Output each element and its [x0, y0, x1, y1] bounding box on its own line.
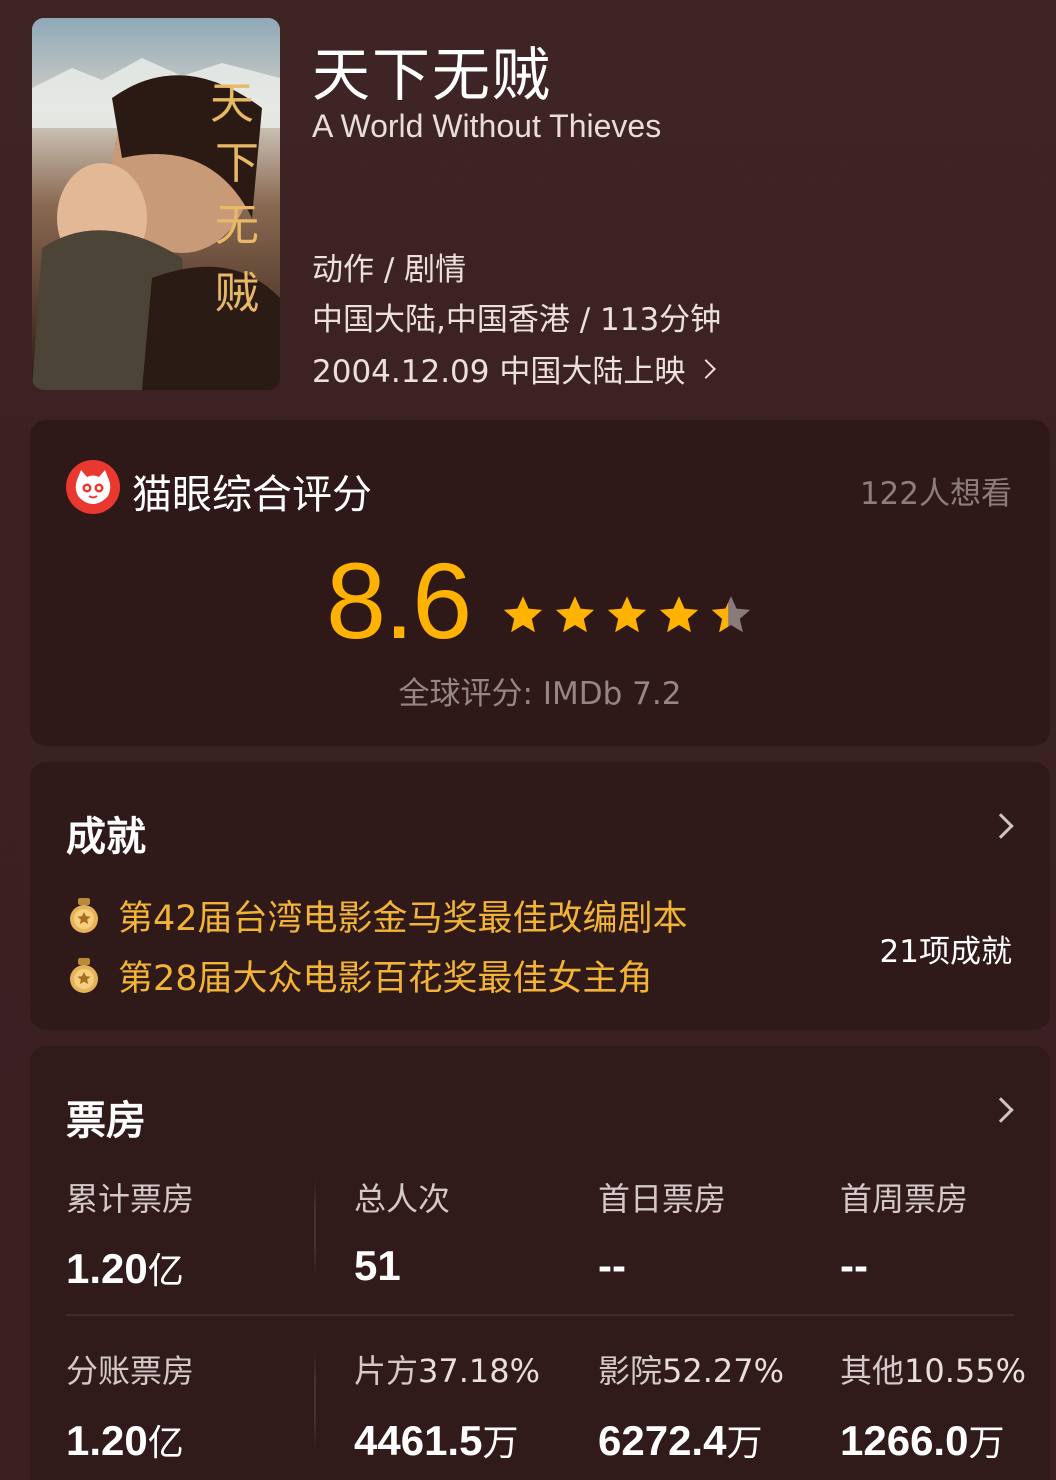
stat-value: 51 — [354, 1242, 401, 1289]
stat-label: 影院52.27% — [598, 1352, 785, 1390]
stat-value: 1266.0万 — [840, 1417, 1005, 1464]
producer-share: 片方37.18% 4461.5万 — [354, 1346, 540, 1466]
award-item[interactable]: 第42届台湾电影金马奖最佳改编剧本 — [68, 890, 688, 941]
star-full-icon — [659, 596, 699, 633]
medal-icon — [70, 897, 98, 933]
stat-value: 1.20亿 — [66, 1245, 184, 1292]
row-divider — [66, 1314, 1014, 1316]
cinema-share: 影院52.27% 6272.4万 — [598, 1346, 784, 1466]
rating-card[interactable]: 猫眼综合评分 122人想看 8.6 全球评分: IMDb 7.2 — [30, 420, 1050, 746]
movie-country-duration: 中国大陆,中国香港 / 113分钟 — [312, 302, 722, 338]
achievement-count[interactable]: 21项成就 — [880, 926, 1012, 971]
stat-value: -- — [598, 1242, 626, 1289]
stat-label: 分账票房 — [66, 1352, 195, 1390]
award-text: 第28届大众电影百花奖最佳女主角 — [118, 959, 653, 999]
poster-title-char-3: 无 — [215, 200, 259, 251]
stat-value: 4461.5万 — [354, 1417, 519, 1464]
divider — [314, 1350, 316, 1448]
other-share: 其他10.55% 1266.0万 — [840, 1346, 1026, 1466]
stat-value: 1.20亿 — [66, 1417, 184, 1464]
rating-score: 8.6 — [326, 540, 472, 661]
divider — [314, 1178, 316, 1276]
want-to-watch-count: 122人想看 — [859, 476, 1012, 512]
rating-stars — [500, 592, 754, 638]
first-day-box-office: 首日票房 -- — [598, 1174, 726, 1290]
stat-label: 其他10.55% — [840, 1352, 1027, 1390]
poster-title-char-1: 天 — [210, 78, 254, 129]
poster-title-char-2: 下 — [215, 138, 259, 189]
stat-label: 总人次 — [354, 1180, 451, 1218]
stat-value: 6272.4万 — [598, 1417, 763, 1464]
box-office-title: 票房 — [66, 1098, 146, 1144]
split-box-office: 分账票房 1.20亿 — [66, 1346, 194, 1466]
award-item[interactable]: 第28届大众电影百花奖最佳女主角 — [68, 950, 653, 1001]
award-text: 第42届台湾电影金马奖最佳改编剧本 — [118, 899, 688, 939]
stat-value: -- — [840, 1242, 868, 1289]
medal-icon — [70, 957, 98, 993]
maoyan-logo-icon — [66, 460, 120, 514]
total-admissions: 总人次 51 — [354, 1174, 450, 1290]
box-office-card[interactable]: 票房 累计票房 1.20亿 总人次 51 首日票房 -- 首周票房 -- 分账票… — [30, 1046, 1050, 1480]
chevron-right-icon — [696, 358, 717, 379]
movie-genre: 动作 / 剧情 — [312, 252, 467, 288]
stat-label: 片方37.18% — [354, 1352, 541, 1390]
achievements-card[interactable]: 成就 第42届台湾电影金马奖最佳改编剧本 第28届大众电影百花奖最佳女主角 21… — [30, 762, 1050, 1030]
movie-poster[interactable]: 天 下 无 贼 — [32, 18, 280, 390]
imdb-rating: 全球评分: IMDb 7.2 — [398, 676, 682, 712]
star-partial-icon — [711, 596, 751, 633]
cumulative-box-office: 累计票房 1.20亿 — [66, 1174, 194, 1294]
poster-artwork: 天 下 无 贼 — [32, 18, 280, 390]
movie-english-title: A World Without Thieves — [312, 108, 662, 144]
achievements-title: 成就 — [66, 814, 146, 860]
chevron-right-icon[interactable] — [988, 1097, 1014, 1123]
first-week-box-office: 首周票房 -- — [840, 1174, 968, 1290]
poster-title-char-4: 贼 — [215, 268, 259, 319]
star-full-icon — [607, 596, 647, 633]
movie-title: 天下无贼 — [312, 41, 553, 109]
stat-label: 累计票房 — [66, 1180, 195, 1218]
chevron-right-icon[interactable] — [988, 813, 1014, 839]
star-full-icon — [503, 596, 543, 633]
stat-label: 首周票房 — [840, 1180, 969, 1218]
rating-title: 猫眼综合评分 — [132, 472, 372, 518]
star-full-icon — [555, 596, 595, 633]
release-date-text: 2004.12.09 中国大陆上映 — [312, 354, 686, 390]
stat-label: 首日票房 — [598, 1180, 727, 1218]
release-date-link[interactable]: 2004.12.09 中国大陆上映 — [312, 346, 717, 391]
